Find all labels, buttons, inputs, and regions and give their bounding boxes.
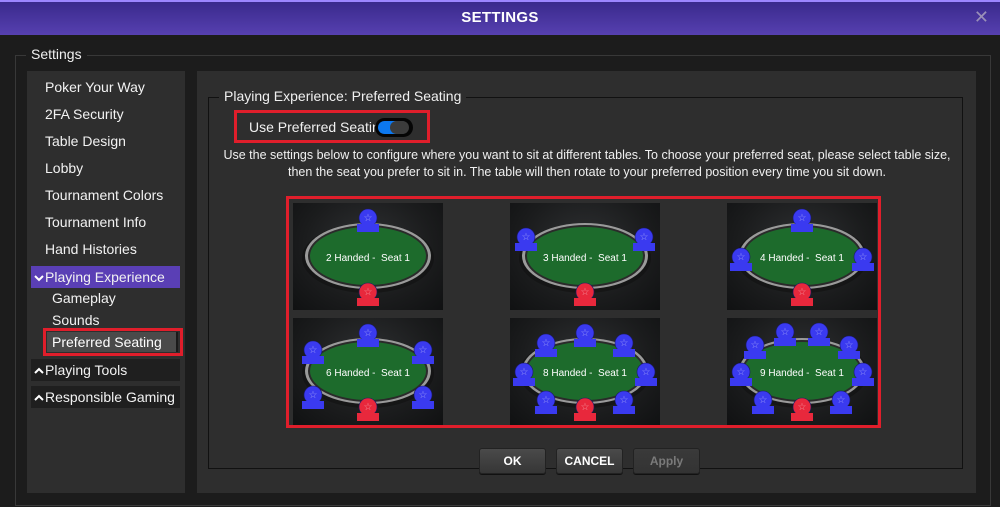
seat: ☆ bbox=[838, 335, 860, 359]
close-icon[interactable]: ✕ bbox=[974, 8, 989, 26]
seat: ☆ bbox=[574, 323, 596, 347]
seat: ☆ bbox=[412, 340, 434, 364]
table-felt bbox=[310, 342, 426, 400]
seat: ☆ bbox=[633, 227, 655, 251]
star-icon: ☆ bbox=[751, 340, 760, 351]
star-icon: ☆ bbox=[781, 327, 790, 338]
sidebar: Poker Your Way 2FA Security Table Design… bbox=[27, 71, 185, 493]
star-icon: ☆ bbox=[798, 213, 807, 224]
use-preferred-seating-toggle[interactable] bbox=[375, 118, 413, 137]
seat: ☆ bbox=[302, 340, 324, 364]
sidebar-group-responsible-gaming[interactable]: Responsible Gaming bbox=[31, 386, 180, 408]
star-icon: ☆ bbox=[581, 287, 590, 298]
star-icon: ☆ bbox=[642, 367, 651, 378]
star-icon: ☆ bbox=[759, 395, 768, 406]
chevron-up-icon bbox=[33, 388, 45, 410]
star-icon: ☆ bbox=[520, 367, 529, 378]
star-icon: ☆ bbox=[620, 395, 629, 406]
settings-content-panel: Playing Experience: Preferred Seating Us… bbox=[197, 71, 976, 493]
star-icon: ☆ bbox=[737, 252, 746, 263]
sidebar-item-gameplay[interactable]: Gameplay bbox=[52, 290, 116, 306]
star-icon: ☆ bbox=[364, 328, 373, 339]
star-icon: ☆ bbox=[364, 287, 373, 298]
star-icon: ☆ bbox=[798, 287, 807, 298]
sidebar-item-table-design[interactable]: Table Design bbox=[45, 133, 126, 149]
star-icon: ☆ bbox=[859, 367, 868, 378]
sidebar-item-preferred-seating-highlight: Preferred Seating bbox=[43, 328, 183, 356]
star-icon: ☆ bbox=[364, 402, 373, 413]
seat: ☆ bbox=[774, 322, 796, 346]
apply-button[interactable]: Apply bbox=[633, 448, 700, 474]
star-icon: ☆ bbox=[640, 232, 649, 243]
star-icon: ☆ bbox=[309, 345, 318, 356]
star-icon: ☆ bbox=[581, 328, 590, 339]
star-icon: ☆ bbox=[815, 327, 824, 338]
sidebar-group-playing-tools[interactable]: Playing Tools bbox=[31, 359, 180, 381]
chevron-down-icon bbox=[33, 268, 45, 290]
settings-legend: Settings bbox=[26, 46, 87, 62]
table-card-8-handed[interactable]: ☆ ☆ ☆ ☆ ☆ ☆ ☆ ☆ 8 Handed - Seat 1 bbox=[510, 318, 660, 425]
cancel-button[interactable]: CANCEL bbox=[556, 448, 623, 474]
star-icon: ☆ bbox=[581, 402, 590, 413]
sidebar-item-lobby[interactable]: Lobby bbox=[45, 160, 83, 176]
table-felt bbox=[744, 227, 860, 285]
window-title: SETTINGS bbox=[461, 9, 539, 26]
sidebar-item-tournament-colors[interactable]: Tournament Colors bbox=[45, 187, 163, 203]
star-icon: ☆ bbox=[542, 395, 551, 406]
star-icon: ☆ bbox=[798, 402, 807, 413]
sidebar-group-playing-experience[interactable]: Playing Experience bbox=[31, 266, 180, 288]
toggle-knob bbox=[390, 121, 409, 134]
star-icon: ☆ bbox=[845, 340, 854, 351]
star-icon: ☆ bbox=[309, 390, 318, 401]
table-card-4-handed[interactable]: ☆ ☆ ☆ ☆ 4 Handed - Seat 1 bbox=[727, 203, 877, 310]
description-text: Use the settings below to configure wher… bbox=[223, 148, 951, 179]
seat: ☆ bbox=[613, 333, 635, 357]
star-icon: ☆ bbox=[364, 213, 373, 224]
star-icon: ☆ bbox=[522, 232, 531, 243]
sidebar-item-preferred-seating[interactable]: Preferred Seating bbox=[47, 332, 178, 352]
sidebar-item-tournament-info[interactable]: Tournament Info bbox=[45, 214, 146, 230]
star-icon: ☆ bbox=[419, 390, 428, 401]
sidebar-item-sounds[interactable]: Sounds bbox=[52, 312, 99, 328]
use-preferred-seating-row: Use Preferred Seating bbox=[234, 110, 430, 143]
star-icon: ☆ bbox=[837, 395, 846, 406]
sidebar-group-label: Responsible Gaming bbox=[45, 389, 175, 405]
ok-button[interactable]: OK bbox=[479, 448, 546, 474]
star-icon: ☆ bbox=[859, 252, 868, 263]
star-icon: ☆ bbox=[737, 367, 746, 378]
seat: ☆ bbox=[357, 208, 379, 232]
title-bar: SETTINGS ✕ bbox=[0, 0, 1000, 35]
sidebar-item-poker-your-way[interactable]: Poker Your Way bbox=[45, 79, 145, 95]
star-icon: ☆ bbox=[419, 345, 428, 356]
seat: ☆ bbox=[808, 322, 830, 346]
seat: ☆ bbox=[744, 335, 766, 359]
star-icon: ☆ bbox=[542, 338, 551, 349]
table-card-2-handed[interactable]: ☆ ☆ 2 Handed - Seat 1 bbox=[293, 203, 443, 310]
sidebar-group-label: Playing Tools bbox=[45, 362, 128, 378]
seat: ☆ bbox=[357, 323, 379, 347]
star-icon: ☆ bbox=[620, 338, 629, 349]
table-card-6-handed[interactable]: ☆ ☆ ☆ ☆ ☆ ☆ 6 Handed - Seat 1 bbox=[293, 318, 443, 425]
seat: ☆ bbox=[515, 227, 537, 251]
table-felt bbox=[310, 227, 426, 285]
table-size-selector: ☆ ☆ 2 Handed - Seat 1 ☆ ☆ ☆ 3 Handed - Seat… bbox=[286, 196, 881, 428]
table-felt bbox=[527, 227, 643, 285]
chevron-up-icon bbox=[33, 361, 45, 383]
preferred-seating-legend: Playing Experience: Preferred Seating bbox=[219, 88, 467, 104]
table-card-9-handed[interactable]: ☆ ☆ ☆ ☆ ☆ ☆ ☆ ☆ ☆ 9 Handed - Seat 1 bbox=[727, 318, 877, 425]
sidebar-item-hand-histories[interactable]: Hand Histories bbox=[45, 241, 137, 257]
seat: ☆ bbox=[791, 208, 813, 232]
table-card-3-handed[interactable]: ☆ ☆ ☆ 3 Handed - Seat 1 bbox=[510, 203, 660, 310]
sidebar-item-2fa-security[interactable]: 2FA Security bbox=[45, 106, 124, 122]
sidebar-group-label: Playing Experience bbox=[45, 269, 165, 285]
seat: ☆ bbox=[535, 333, 557, 357]
use-preferred-seating-label: Use Preferred Seating bbox=[249, 119, 388, 135]
